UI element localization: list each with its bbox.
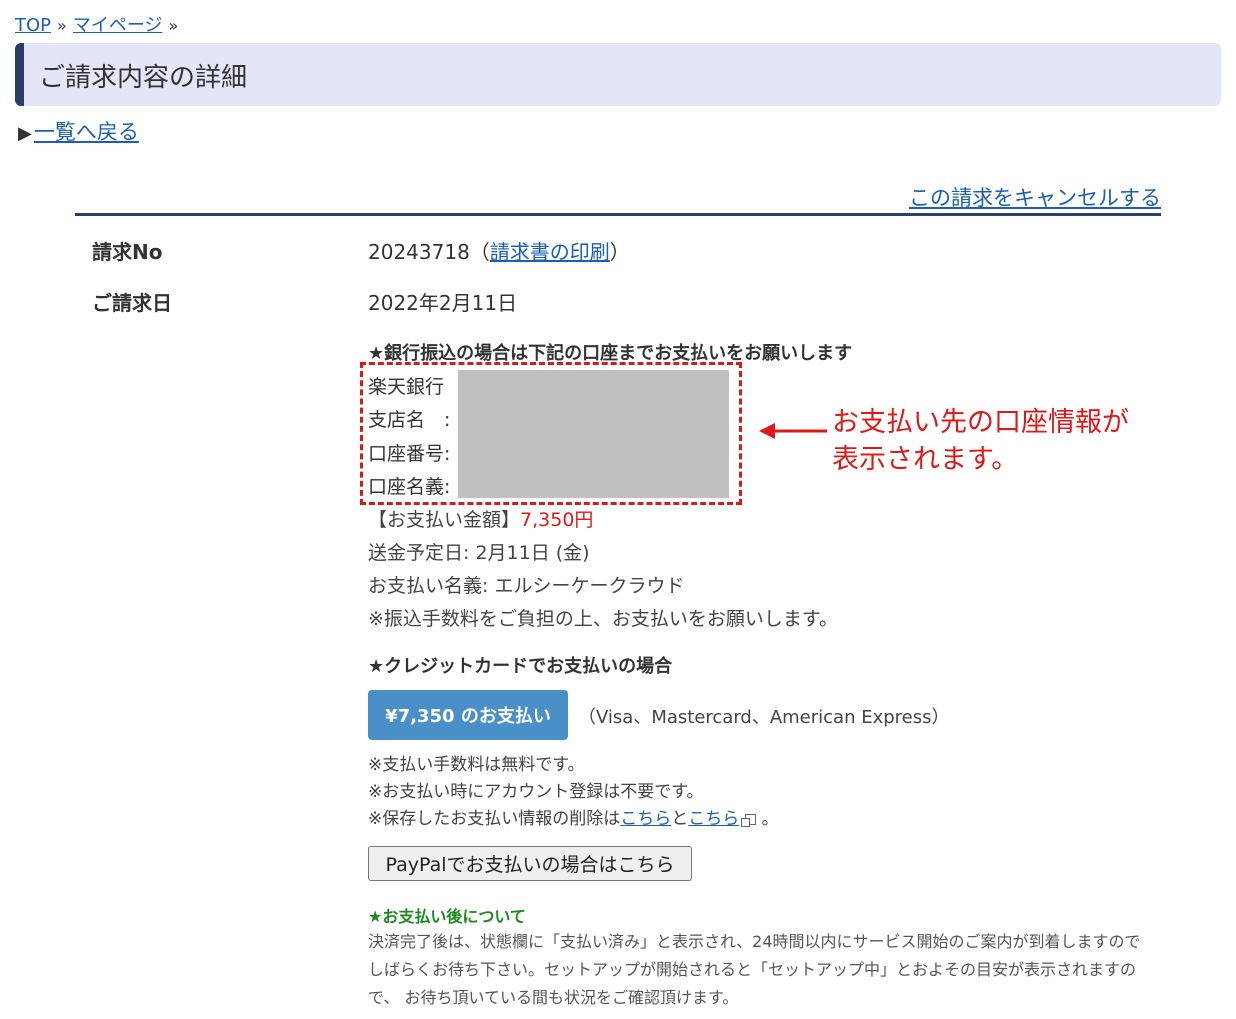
- invoice-date-value: 2022年2月11日: [368, 291, 518, 315]
- account-name-label: 口座名義:: [368, 476, 451, 498]
- breadcrumb-top-link[interactable]: TOP: [15, 15, 51, 36]
- transfer-fee-note: ※振込手数料をご負担の上、お支払いをお願いします。: [368, 608, 839, 630]
- accepted-cards: （Visa、Mastercard、American Express）: [578, 707, 950, 728]
- after-payment-body: 決済完了後は、状態欄に「支払い済み」と表示され、24時間以内にサービス開始のご案…: [368, 932, 1141, 1007]
- delete-note-suffix: 。: [761, 809, 779, 829]
- back-to-list-link[interactable]: 一覧へ戻る: [34, 120, 139, 144]
- arrow-left-icon: [759, 423, 827, 439]
- breadcrumb: TOP » マイページ »: [15, 11, 184, 37]
- invoice-date-label: ご請求日: [92, 291, 172, 315]
- paren-close: ）: [609, 240, 630, 264]
- delete-info-link-1[interactable]: こちら: [620, 809, 671, 829]
- paypal-button[interactable]: PayPalでお支払いの場合はこちら: [368, 846, 692, 881]
- payment-amount-value: 7,350円: [520, 509, 594, 531]
- after-payment-heading: ★お支払い後について: [368, 907, 526, 926]
- delete-info-link-2[interactable]: こちら: [688, 809, 739, 829]
- external-link-icon: [741, 814, 757, 827]
- invoice-no-value: 20243718（請求書の印刷）: [368, 236, 630, 265]
- fee-free-note: ※支払い手数料は無料です。: [368, 755, 585, 775]
- branch-label: 支店名 :: [368, 409, 451, 431]
- annotation-line-2: 表示されます。: [832, 444, 1019, 475]
- account-number-label: 口座番号:: [368, 443, 451, 465]
- back-to-list: ▶一覧へ戻る: [18, 116, 139, 146]
- payment-amount-label: 【お支払い金額】: [368, 509, 521, 531]
- credit-card-heading: ★クレジットカードでお支払いの場合: [368, 656, 673, 677]
- print-invoice-link[interactable]: 請求書の印刷: [490, 240, 610, 264]
- section-divider: [75, 213, 1161, 216]
- breadcrumb-separator: »: [57, 16, 67, 35]
- annotation-line-1: お支払い先の口座情報が: [832, 407, 1129, 438]
- invoice-no-label: 請求No: [92, 240, 163, 264]
- no-account-note: ※お支払い時にアカウント登録は不要です。: [368, 782, 704, 802]
- paren-open: （: [469, 240, 490, 264]
- triangle-right-icon: ▶: [18, 123, 32, 144]
- redacted-account-info: [458, 370, 729, 498]
- cancel-invoice-link[interactable]: この請求をキャンセルする: [909, 182, 1161, 212]
- breadcrumb-mypage-link[interactable]: マイページ: [73, 15, 163, 36]
- credit-pay-button[interactable]: ¥7,350 のお支払い: [368, 690, 568, 740]
- bank-name: 楽天銀行: [368, 376, 445, 398]
- breadcrumb-separator: »: [168, 16, 179, 35]
- payment-amount: 【お支払い金額】7,350円: [368, 505, 593, 532]
- page-title: ご請求内容の詳細: [39, 63, 248, 93]
- invoice-number: 20243718: [368, 240, 470, 264]
- page-title-bar: ご請求内容の詳細: [15, 43, 1221, 106]
- delete-saved-info-note: ※保存したお支払い情報の削除はこちらとこちら 。: [368, 804, 779, 829]
- annotation-text: お支払い先の口座情報が 表示されます。: [832, 404, 1129, 478]
- transfer-date: 送金予定日: 2月11日 (金): [368, 542, 590, 564]
- delete-note-and: と: [671, 809, 689, 829]
- payee-name: お支払い名義: エルシーケークラウド: [368, 575, 685, 597]
- delete-note-prefix: ※保存したお支払い情報の削除は: [368, 809, 621, 829]
